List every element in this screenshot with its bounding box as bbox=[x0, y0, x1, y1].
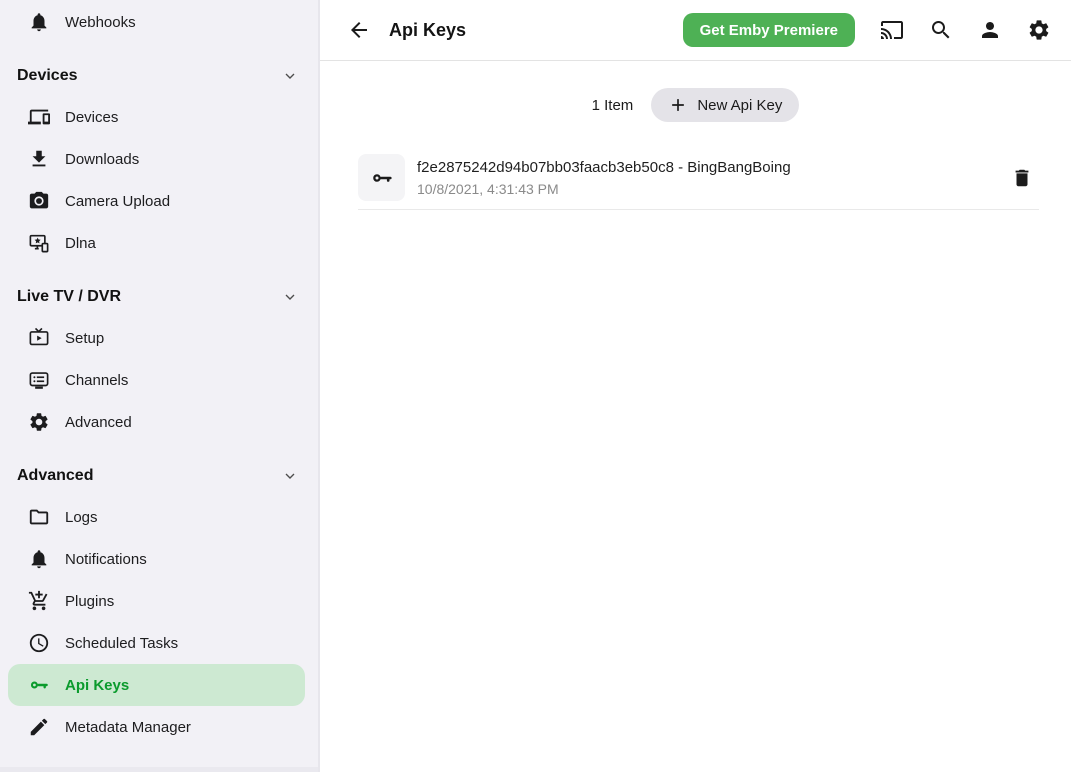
sidebar-item-label: Webhooks bbox=[65, 14, 136, 31]
sidebar-item-dlna[interactable]: Dlna bbox=[8, 222, 305, 264]
back-button[interactable] bbox=[347, 18, 371, 42]
sidebar-item-channels[interactable]: Channels bbox=[8, 359, 305, 401]
sidebar-item-label: Advanced bbox=[65, 414, 132, 431]
arrow-back-icon bbox=[347, 18, 371, 42]
folder-icon bbox=[27, 505, 51, 529]
cast-icon bbox=[880, 18, 904, 42]
sidebar-item-label: Dlna bbox=[65, 235, 96, 252]
channel-list-icon bbox=[27, 368, 51, 392]
section-title: Live TV / DVR bbox=[17, 288, 121, 306]
bell-icon bbox=[27, 547, 51, 571]
chevron-down-icon bbox=[282, 468, 298, 484]
sidebar-item-downloads[interactable]: Downloads bbox=[8, 138, 305, 180]
search-icon bbox=[929, 18, 953, 42]
sidebar-item-metadata-manager[interactable]: Metadata Manager bbox=[8, 706, 305, 748]
settings-button[interactable] bbox=[1027, 18, 1051, 42]
sidebar-section-devices[interactable]: Devices bbox=[0, 64, 318, 88]
page-title: Api Keys bbox=[389, 20, 466, 41]
new-api-key-label: New Api Key bbox=[697, 97, 782, 114]
sidebar-item-label: Camera Upload bbox=[65, 193, 170, 210]
new-api-key-button[interactable]: New Api Key bbox=[651, 88, 799, 122]
devices-icon bbox=[27, 105, 51, 129]
sidebar-item-livetv-advanced[interactable]: Advanced bbox=[8, 401, 305, 443]
pencil-icon bbox=[27, 715, 51, 739]
sidebar-item-webhooks[interactable]: Webhooks bbox=[8, 1, 305, 43]
sidebar-item-label: Setup bbox=[65, 330, 104, 347]
api-key-date: 10/8/2021, 4:31:43 PM bbox=[417, 179, 1011, 200]
clock-icon bbox=[27, 631, 51, 655]
sidebar-item-label: Notifications bbox=[65, 551, 147, 568]
api-key-name: f2e2875242d94b07bb03faacb3eb50c8 - BingB… bbox=[417, 156, 1011, 179]
live-tv-icon bbox=[27, 326, 51, 350]
sidebar-item-camera-upload[interactable]: Camera Upload bbox=[8, 180, 305, 222]
chevron-down-icon bbox=[282, 289, 298, 305]
sidebar-item-label: Logs bbox=[65, 509, 98, 526]
search-button[interactable] bbox=[929, 18, 953, 42]
sidebar-item-label: Devices bbox=[65, 109, 118, 126]
sidebar-item-devices[interactable]: Devices bbox=[8, 96, 305, 138]
main-content: Api Keys Get Emby Premiere 1 Item bbox=[320, 0, 1071, 772]
user-icon bbox=[978, 18, 1002, 42]
sidebar-item-logs[interactable]: Logs bbox=[8, 496, 305, 538]
key-icon-box bbox=[358, 154, 405, 201]
sidebar: Webhooks Devices Devices Downloads Camer… bbox=[0, 0, 320, 772]
gear-icon bbox=[1027, 18, 1051, 42]
page-header: Api Keys Get Emby Premiere bbox=[320, 0, 1071, 61]
key-icon bbox=[370, 166, 394, 190]
plus-icon bbox=[668, 95, 688, 115]
api-key-list: f2e2875242d94b07bb03faacb3eb50c8 - BingB… bbox=[358, 146, 1039, 210]
camera-icon bbox=[27, 189, 51, 213]
section-title: Devices bbox=[17, 67, 78, 85]
sidebar-item-plugins[interactable]: Plugins bbox=[8, 580, 305, 622]
sidebar-section-live-tv-dvr[interactable]: Live TV / DVR bbox=[0, 285, 318, 309]
download-icon bbox=[27, 147, 51, 171]
chevron-down-icon bbox=[282, 68, 298, 84]
trash-icon bbox=[1011, 167, 1035, 189]
bell-icon bbox=[27, 10, 51, 34]
gear-icon bbox=[27, 410, 51, 434]
key-icon bbox=[27, 673, 51, 697]
api-keys-toolbar: 1 Item New Api Key bbox=[320, 88, 1071, 122]
sidebar-item-setup[interactable]: Setup bbox=[8, 317, 305, 359]
cast-button[interactable] bbox=[880, 18, 904, 42]
sidebar-item-label: Scheduled Tasks bbox=[65, 635, 178, 652]
sidebar-item-api-keys[interactable]: Api Keys bbox=[8, 664, 305, 706]
sidebar-item-label: Metadata Manager bbox=[65, 719, 191, 736]
delete-api-key-button[interactable] bbox=[1011, 166, 1035, 190]
sidebar-item-label: Plugins bbox=[65, 593, 114, 610]
sidebar-item-label: Api Keys bbox=[65, 677, 129, 694]
api-key-row[interactable]: f2e2875242d94b07bb03faacb3eb50c8 - BingB… bbox=[358, 146, 1039, 210]
sidebar-item-label: Channels bbox=[65, 372, 128, 389]
sidebar-item-notifications[interactable]: Notifications bbox=[8, 538, 305, 580]
api-key-text: f2e2875242d94b07bb03faacb3eb50c8 - BingB… bbox=[417, 156, 1011, 200]
get-emby-premiere-button[interactable]: Get Emby Premiere bbox=[683, 13, 855, 47]
user-button[interactable] bbox=[978, 18, 1002, 42]
sidebar-item-scheduled-tasks[interactable]: Scheduled Tasks bbox=[8, 622, 305, 664]
cart-plus-icon bbox=[27, 589, 51, 613]
dlna-screen-star-icon bbox=[27, 231, 51, 255]
sidebar-section-advanced[interactable]: Advanced bbox=[0, 464, 318, 488]
sidebar-item-label: Downloads bbox=[65, 151, 139, 168]
item-count: 1 Item bbox=[592, 97, 634, 114]
section-title: Advanced bbox=[17, 467, 93, 485]
